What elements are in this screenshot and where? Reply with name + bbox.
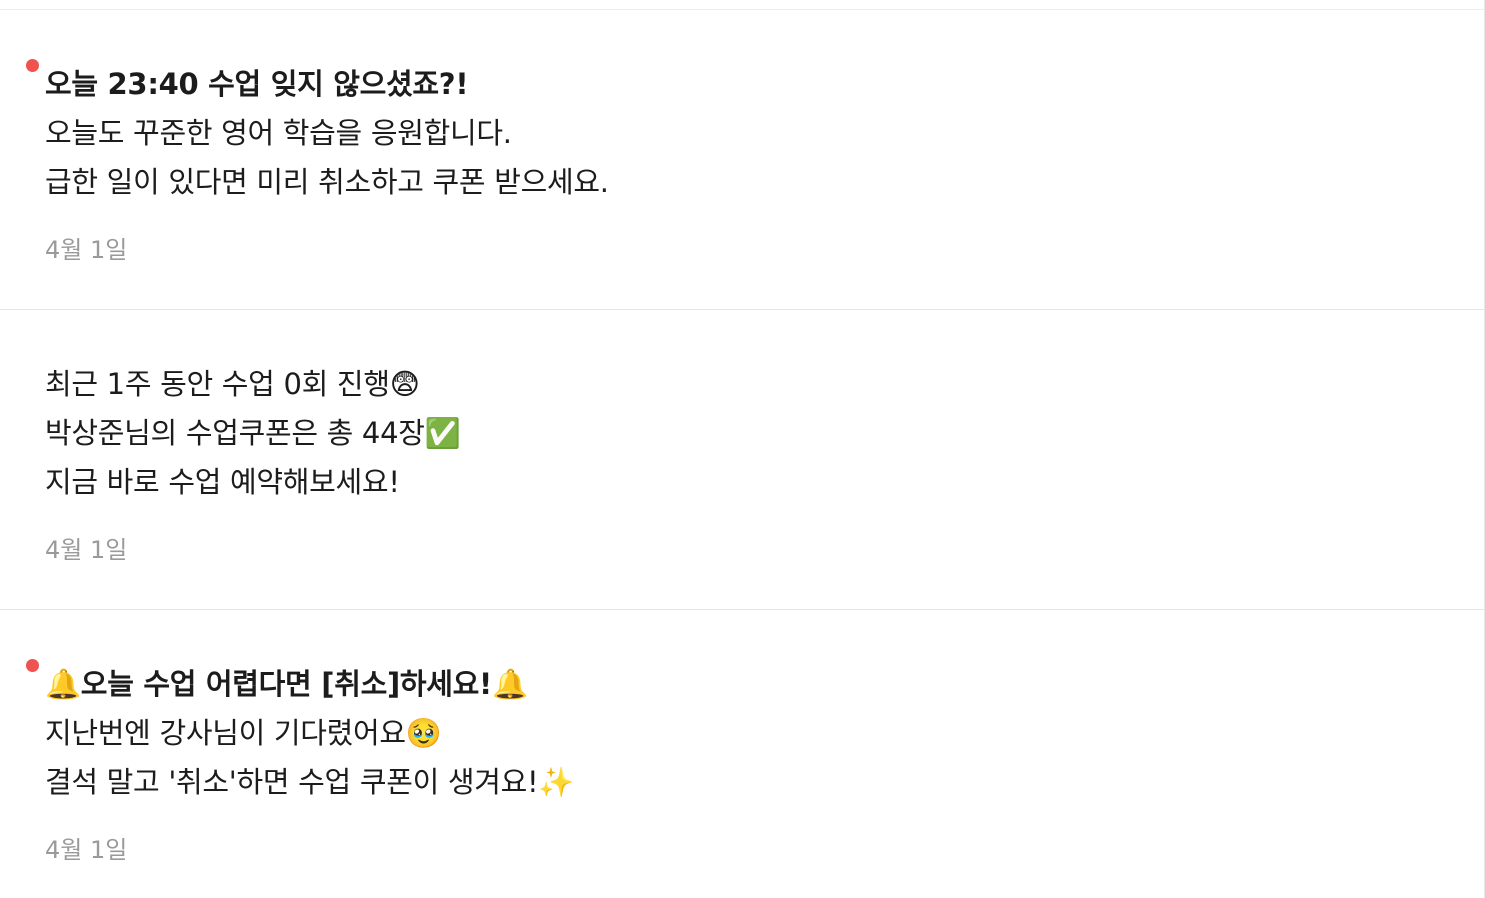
notification-text-line: 박상준님의 수업쿠폰은 총 44장✅ — [45, 416, 461, 450]
notification-text-line: 급한 일이 있다면 미리 취소하고 쿠폰 받으세요. — [45, 165, 609, 199]
notification-text-line: 최근 1주 동안 수업 0회 진행😨 — [45, 367, 420, 401]
notification-text-line: 지금 바로 수업 예약해보세요! — [45, 465, 400, 499]
notification-list: 오늘 23:40 수업 잊지 않으셨죠?! 오늘도 꾸준한 영어 학습을 응원합… — [0, 0, 1485, 898]
notification-item[interactable]: 🔔오늘 수업 어렵다면 [취소]하세요!🔔 지난번엔 강사님이 기다렸어요🥹 결… — [0, 610, 1485, 898]
notification-date: 4월 1일 — [45, 236, 128, 264]
unread-dot — [26, 59, 39, 72]
notification-item[interactable]: 오늘 23:40 수업 잊지 않으셨죠?! 오늘도 꾸준한 영어 학습을 응원합… — [0, 10, 1485, 310]
notification-body: 최근 1주 동안 수업 0회 진행😨 박상준님의 수업쿠폰은 총 44장✅ 지금… — [45, 360, 461, 507]
notification-text-line: 결석 말고 '취소'하면 수업 쿠폰이 생겨요!✨ — [45, 765, 575, 799]
notification-body: 🔔오늘 수업 어렵다면 [취소]하세요!🔔 지난번엔 강사님이 기다렸어요🥹 결… — [45, 660, 574, 807]
notification-date: 4월 1일 — [45, 836, 128, 864]
notification-title: 🔔오늘 수업 어렵다면 [취소]하세요!🔔 — [45, 667, 528, 701]
notification-title: 오늘 23:40 수업 잊지 않으셨죠?! — [45, 67, 469, 101]
notification-body: 오늘 23:40 수업 잊지 않으셨죠?! 오늘도 꾸준한 영어 학습을 응원합… — [45, 60, 609, 207]
notification-text-line: 지난번엔 강사님이 기다렸어요🥹 — [45, 716, 442, 750]
notification-text-line: 오늘도 꾸준한 영어 학습을 응원합니다. — [45, 116, 512, 150]
notification-date: 4월 1일 — [45, 536, 128, 564]
notification-item[interactable]: 최근 1주 동안 수업 0회 진행😨 박상준님의 수업쿠폰은 총 44장✅ 지금… — [0, 310, 1485, 610]
unread-dot — [26, 659, 39, 672]
